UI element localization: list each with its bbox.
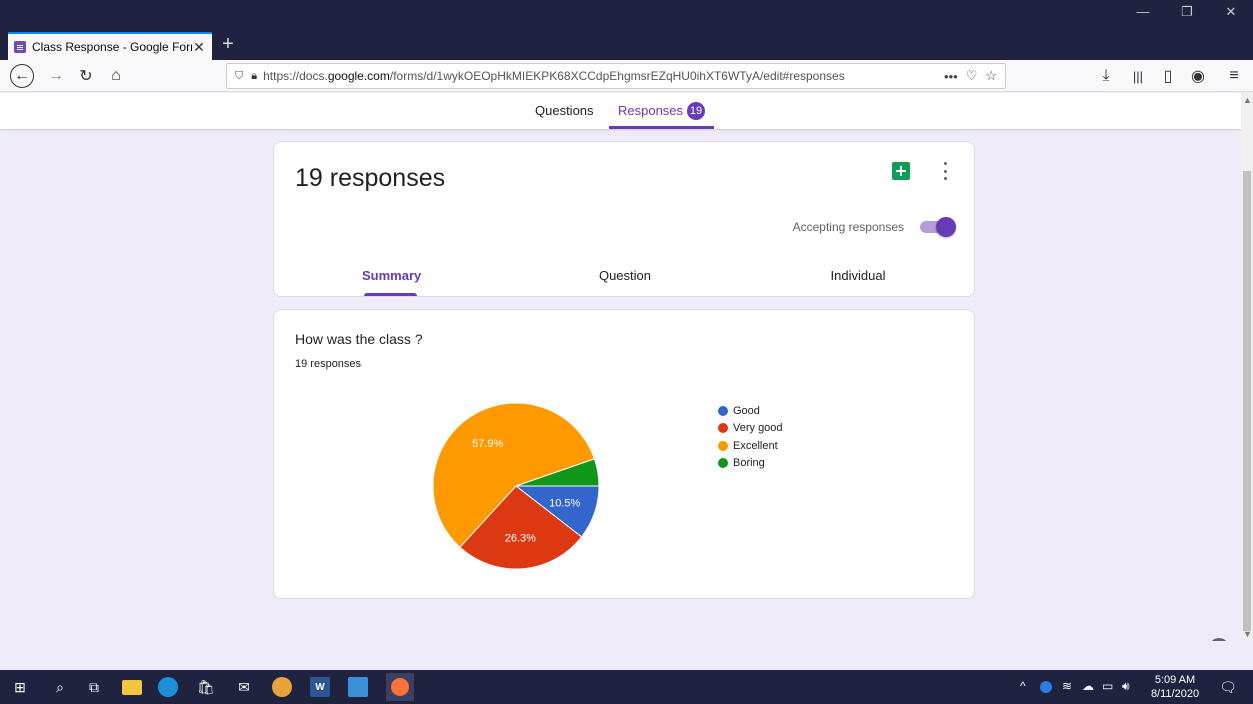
forward-arrow-icon[interactable]: → (44, 64, 68, 88)
form-tabs-bar: Questions Responses 19 (0, 93, 1241, 129)
legend-swatch (718, 440, 728, 451)
lock-icon[interactable]: 🔒︎ (251, 70, 257, 83)
task-view-icon[interactable]: ⧉ (84, 677, 104, 697)
reload-icon[interactable]: ↻ (74, 64, 98, 88)
notifications-icon[interactable]: 🗨︎ (1218, 677, 1238, 697)
url-bar[interactable]: ⛉ 🔒︎ https://docs.google.com/forms/d/1wy… (226, 63, 1006, 89)
responses-title: 19 responses (295, 164, 446, 192)
tab-individual[interactable]: Individual (822, 268, 894, 283)
maximize-button[interactable]: ❐ (1172, 4, 1202, 20)
scrollbar-thumb[interactable] (1243, 171, 1251, 631)
file-explorer-icon[interactable] (122, 680, 142, 695)
back-arrow-icon[interactable]: ← (10, 64, 34, 88)
responses-count-badge: 19 (687, 102, 706, 120)
tab-questions[interactable]: Questions (535, 93, 594, 129)
pie-label-good: 10.5% (549, 498, 580, 510)
scroll-down-icon[interactable]: ▼ (1243, 629, 1252, 639)
url-text[interactable]: https://docs.google.com/forms/d/1wykOEOp… (263, 69, 944, 83)
legend-swatch (718, 405, 728, 416)
legend-label: Very good (733, 422, 783, 435)
store-icon[interactable]: 🛍︎ (196, 677, 216, 697)
tab-responses[interactable]: Responses 19 (609, 93, 715, 129)
sheets-icon[interactable] (892, 162, 910, 180)
legend-item-good[interactable]: Good (718, 402, 783, 420)
edge-icon[interactable] (158, 677, 178, 697)
browser-navbar: ← → ↻ ⌂ ⛉ 🔒︎ https://docs.google.com/for… (0, 60, 1253, 92)
legend-item-very-good[interactable]: Very good (718, 420, 783, 438)
legend-swatch (718, 423, 728, 434)
tray-app-icon[interactable] (1040, 681, 1052, 693)
tracking-shield-icon[interactable]: ⛉ (235, 70, 243, 83)
home-icon[interactable]: ⌂ (104, 64, 128, 88)
help-button[interactable]: ? (1209, 638, 1229, 641)
search-icon[interactable]: ⌕ (50, 677, 70, 697)
tab-question[interactable]: Question (590, 268, 660, 283)
page-content: Questions Responses 19 19 responses Accep… (0, 93, 1241, 641)
new-tab-button[interactable]: + (218, 33, 238, 56)
bookmark-star-icon[interactable]: ☆ (985, 68, 997, 84)
clock-time: 5:09 AM (1154, 674, 1196, 686)
close-tab-icon[interactable]: ✕ (192, 39, 206, 56)
legend-item-boring[interactable]: Boring (718, 455, 783, 473)
word-icon[interactable]: W (310, 677, 330, 697)
volume-icon[interactable]: 🔊︎ (1122, 679, 1130, 694)
accepting-responses-label: Accepting responses (792, 220, 904, 234)
tab-summary[interactable]: Summary (362, 268, 421, 283)
windows-start-icon[interactable]: ⊞ (10, 677, 30, 697)
network-icon[interactable]: ≋ (1062, 679, 1072, 693)
pocket-icon[interactable]: ♡ (966, 68, 978, 84)
chrome-icon[interactable] (272, 677, 292, 697)
minimize-button[interactable]: — (1128, 4, 1158, 19)
active-tab-indicator (364, 293, 417, 296)
accepting-responses-toggle[interactable] (920, 217, 956, 237)
chart-legend: Good Very good Excellent Boring (718, 402, 783, 472)
download-icon[interactable]: ⤓ (1094, 64, 1118, 88)
legend-label: Boring (733, 457, 765, 470)
page-scrollbar[interactable]: ▲ ▼ (1241, 93, 1253, 641)
responses-summary-card: 19 responses Accepting responses Summary… (273, 141, 975, 297)
clock-date: 8/11/2020 (1150, 688, 1200, 700)
battery-icon[interactable]: ▭ (1102, 679, 1113, 693)
legend-label: Good (733, 404, 760, 417)
pie-chart: 10.5% 26.3% 57.9% (432, 402, 600, 570)
library-icon[interactable]: ||| (1126, 64, 1150, 88)
mail-icon[interactable]: ✉ (234, 677, 254, 697)
firefox-icon[interactable] (386, 673, 414, 701)
legend-item-excellent[interactable]: Excellent (718, 437, 783, 455)
scroll-up-icon[interactable]: ▲ (1243, 95, 1252, 105)
browser-titlebar: Class Response - Google Forms ✕ + — ❐ ✕ (0, 0, 1253, 60)
sidebar-icon[interactable]: ▯ (1156, 64, 1180, 88)
account-icon[interactable]: ◉ (1186, 64, 1210, 88)
forms-favicon-icon (14, 41, 26, 53)
photos-icon[interactable] (348, 677, 368, 697)
windows-taskbar: ⊞ ⌕ ⧉ 🛍︎ ✉ W ^ ≋ ☁ ▭ 🔊︎ 5:09 AM 8/11/202… (0, 670, 1253, 704)
tray-overflow-icon[interactable]: ^ (1020, 679, 1026, 693)
more-options-icon[interactable] (942, 162, 948, 180)
close-window-button[interactable]: ✕ (1216, 4, 1246, 20)
question-summary-card: How was the class ? 19 responses 10.5% 26… (273, 309, 975, 599)
pie-label-excellent: 57.9% (472, 438, 503, 450)
page-actions-icon[interactable]: ••• (944, 69, 958, 84)
pie-label-very-good: 26.3% (505, 532, 536, 544)
legend-label: Excellent (733, 439, 778, 452)
tab-responses-label: Responses (618, 103, 684, 118)
taskbar-clock[interactable]: 5:09 AM 8/11/2020 (1150, 673, 1200, 701)
browser-tab[interactable]: Class Response - Google Forms ✕ (8, 32, 212, 60)
legend-swatch (718, 458, 728, 469)
tab-title: Class Response - Google Forms (32, 40, 192, 54)
onedrive-icon[interactable]: ☁ (1082, 679, 1094, 693)
menu-icon[interactable]: ≡ (1222, 64, 1246, 88)
